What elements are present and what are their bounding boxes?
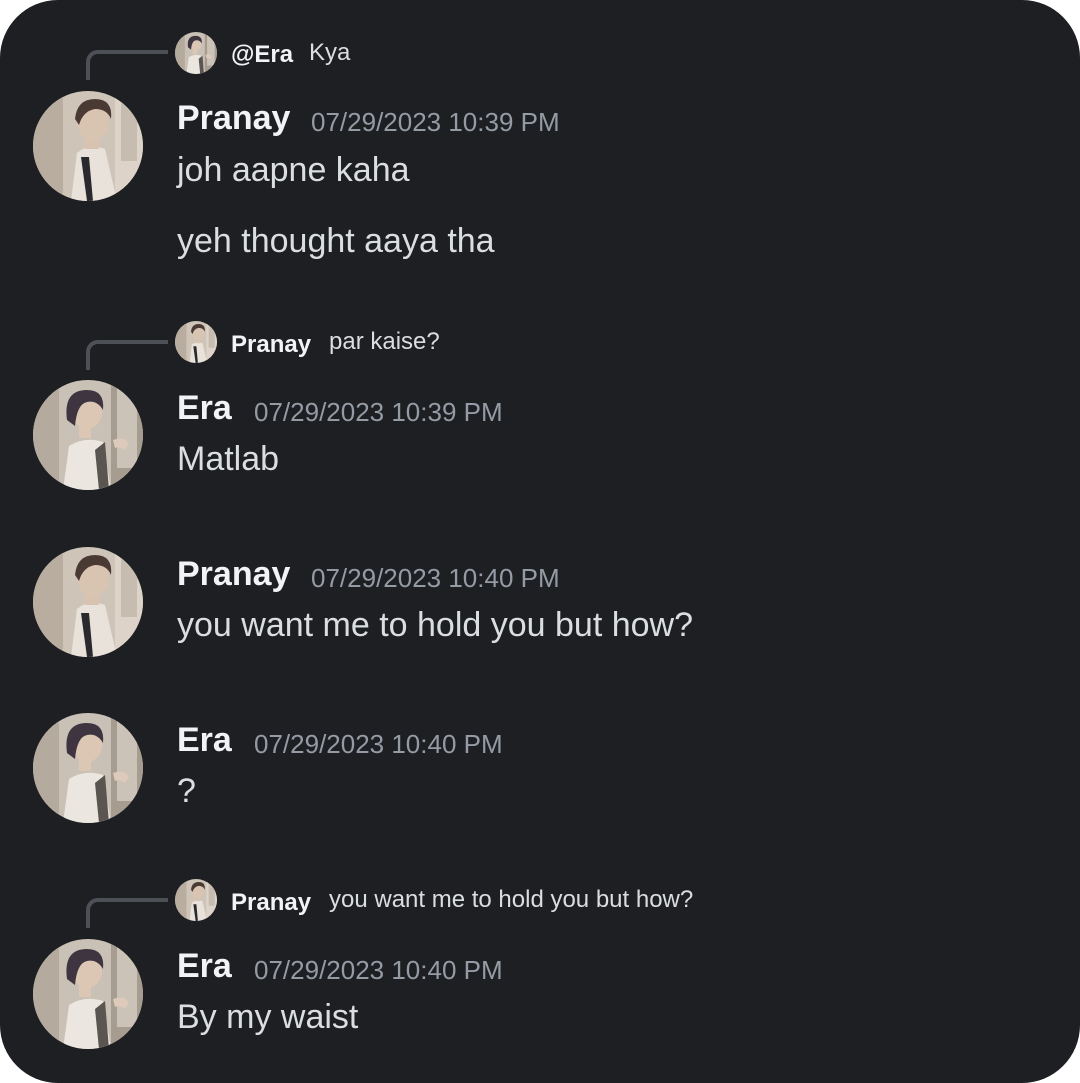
- message-group: Pranay you want me to hold you but how? …: [0, 0, 1080, 1060]
- reply-avatar-pranay[interactable]: [175, 879, 217, 921]
- chat-window: @Era Kya Pranay 07/29/2023 10:39 PM joh …: [0, 0, 1080, 1083]
- reply-connector: [86, 898, 168, 928]
- message-text: By my waist: [177, 998, 359, 1036]
- reply-author[interactable]: Pranay: [231, 889, 311, 917]
- message-timestamp: 07/29/2023 10:40 PM: [254, 955, 503, 985]
- author-name[interactable]: Era: [177, 947, 232, 986]
- reply-preview-text[interactable]: you want me to hold you but how?: [329, 886, 693, 914]
- author-avatar-era[interactable]: [33, 939, 143, 1049]
